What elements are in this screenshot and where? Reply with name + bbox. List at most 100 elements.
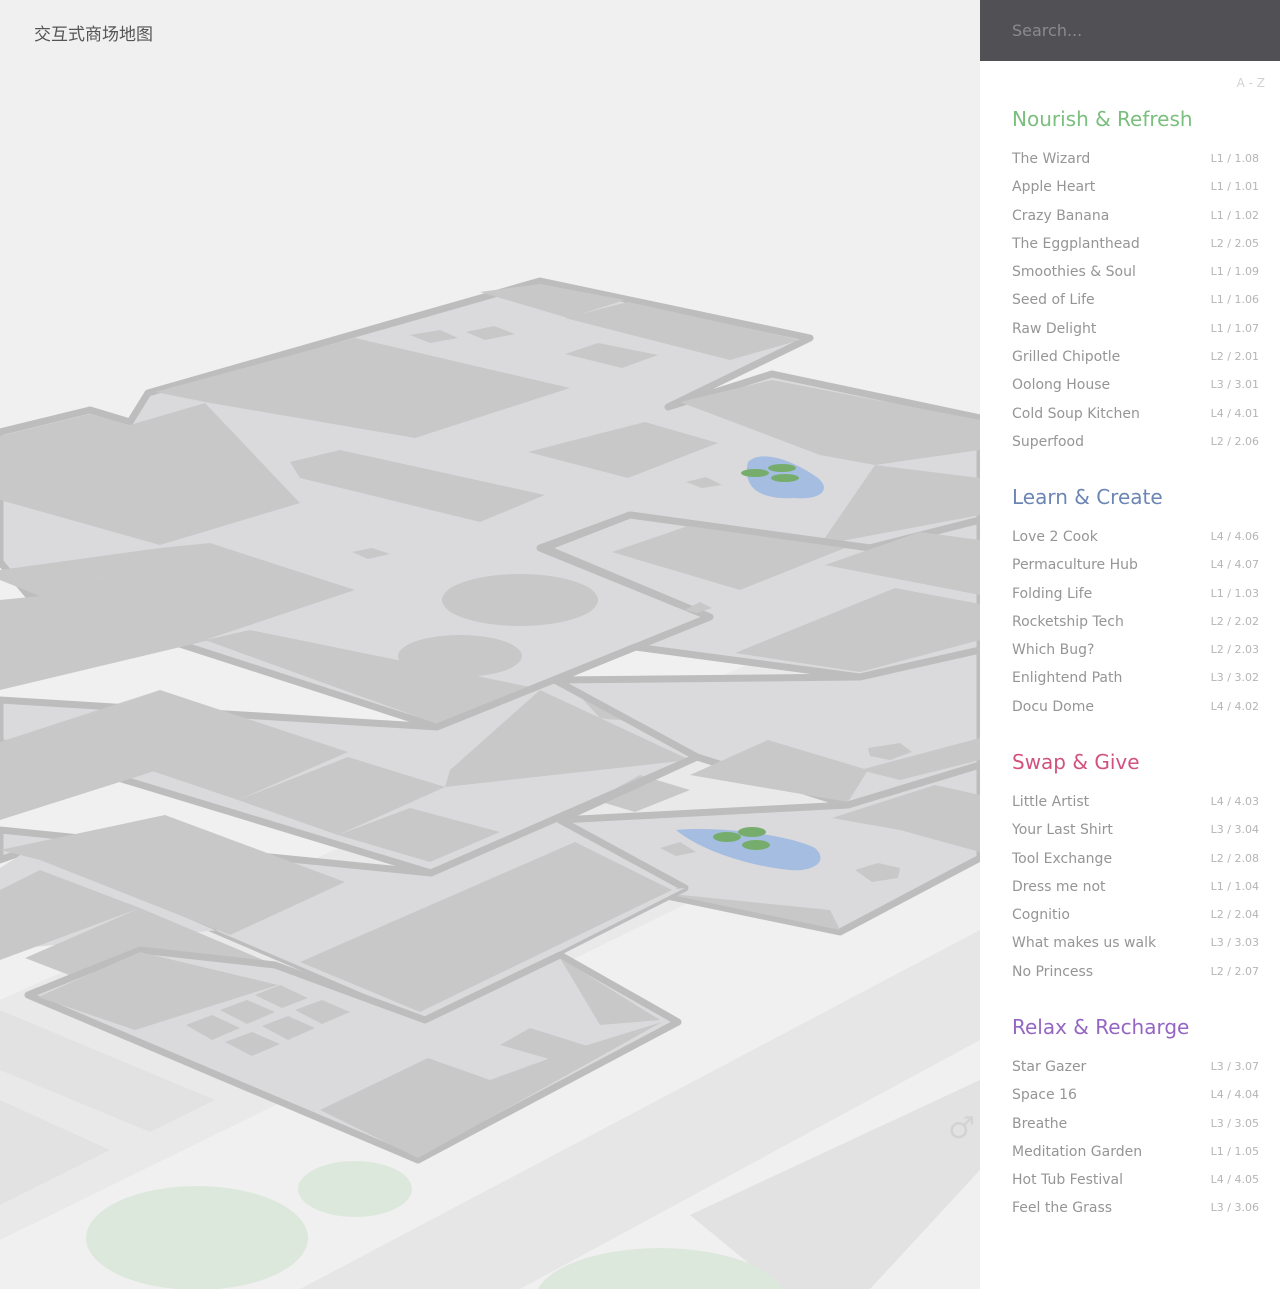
- bike-icon: ♂: [948, 1111, 975, 1146]
- park: [86, 1186, 308, 1289]
- store-location: L4 / 4.01: [1210, 406, 1259, 420]
- store-unit: [442, 574, 598, 626]
- store-list: Little Artist L4 / 4.03 Your Last Shirt L3…: [1012, 788, 1260, 986]
- store-location: L4 / 4.04: [1210, 1088, 1259, 1102]
- store-item[interactable]: The Eggplanthead L2 / 2.05: [1012, 230, 1260, 258]
- store-location: L1 / 1.03: [1210, 586, 1259, 600]
- store-name: The Wizard: [1012, 151, 1091, 167]
- lily-pad: [713, 832, 741, 842]
- store-item[interactable]: Love 2 Cook L4 / 4.06: [1012, 523, 1260, 551]
- store-item[interactable]: Crazy Banana L1 / 1.02: [1012, 202, 1260, 230]
- store-name: Feel the Grass: [1012, 1200, 1113, 1217]
- store-location: L2 / 2.01: [1210, 350, 1259, 364]
- search-input[interactable]: [1012, 18, 1252, 42]
- search-bar: [980, 0, 1280, 61]
- store-location: L1 / 1.08: [1210, 152, 1259, 165]
- mall-map[interactable]: ♂ 交互式商场地图: [0, 0, 980, 1289]
- store-location: L3 / 3.03: [1210, 936, 1259, 950]
- store-location: L1 / 1.02: [1210, 208, 1259, 222]
- store-item[interactable]: No Princess L2 / 2.07: [1012, 958, 1260, 986]
- store-name: Space 16: [1012, 1087, 1077, 1104]
- store-item[interactable]: Feel the Grass L3 / 3.06: [1012, 1194, 1260, 1222]
- store-name: Breathe: [1012, 1115, 1068, 1132]
- mall-map-canvas[interactable]: ♂: [0, 0, 980, 1289]
- store-item[interactable]: Cognitio L2 / 2.04: [1012, 901, 1260, 929]
- lily-pad: [741, 469, 769, 477]
- store-location: L2 / 2.04: [1210, 908, 1259, 922]
- category-relax-recharge: Relax & Recharge Star Gazer L3 / 3.07 Spa…: [1012, 1015, 1260, 1223]
- store-item[interactable]: Breathe L3 / 3.05: [1012, 1110, 1260, 1138]
- store-item[interactable]: Hot Tub Festival L4 / 4.05: [1012, 1166, 1260, 1194]
- store-location: L1 / 1.09: [1210, 265, 1259, 279]
- store-item[interactable]: Permaculture Hub L4 / 4.07: [1012, 551, 1260, 579]
- store-name: Crazy Banana: [1012, 207, 1110, 224]
- store-unit: [398, 635, 522, 677]
- store-item[interactable]: Apple Heart L1 / 1.01: [1012, 173, 1260, 201]
- store-item[interactable]: Superfood L2 / 2.06: [1012, 428, 1260, 456]
- store-name: Your Last Shirt: [1012, 822, 1113, 839]
- category-title[interactable]: Swap & Give: [1012, 750, 1260, 780]
- store-item[interactable]: Meditation Garden L1 / 1.05: [1012, 1138, 1260, 1166]
- store-item[interactable]: Grilled Chipotle L2 / 2.01: [1012, 343, 1260, 371]
- store-list: Love 2 Cook L4 / 4.06 Permaculture Hub L4 …: [1012, 523, 1260, 721]
- lily-pad: [768, 464, 796, 472]
- category-title[interactable]: Nourish & Refresh: [1012, 107, 1260, 137]
- store-list: Star Gazer L3 / 3.07 Space 16 L4 / 4.04 Br…: [1012, 1053, 1260, 1223]
- store-name: Star Gazer: [1012, 1059, 1087, 1075]
- store-item[interactable]: Raw Delight L1 / 1.07: [1012, 315, 1260, 343]
- store-name: Smoothies & Soul: [1012, 264, 1136, 281]
- store-location: L3 / 3.04: [1210, 823, 1259, 837]
- store-location: L1 / 1.04: [1210, 879, 1259, 893]
- store-name: Hot Tub Festival: [1012, 1172, 1123, 1189]
- store-name: What makes us walk: [1012, 935, 1157, 952]
- store-item[interactable]: Your Last Shirt L3 / 3.04: [1012, 816, 1260, 844]
- store-location: L1 / 1.07: [1210, 321, 1259, 335]
- store-item[interactable]: Seed of Life L1 / 1.06: [1012, 286, 1260, 314]
- store-item[interactable]: What makes us walk L3 / 3.03: [1012, 929, 1260, 957]
- store-location: L4 / 4.05: [1210, 1173, 1259, 1187]
- store-name: Tool Exchange: [1012, 850, 1113, 867]
- store-name: The Eggplanthead: [1012, 235, 1140, 252]
- sort-az-toggle[interactable]: A - Z: [1237, 76, 1265, 90]
- store-item[interactable]: Which Bug? L2 / 2.03: [1012, 636, 1260, 664]
- store-location: L1 / 1.01: [1210, 180, 1259, 194]
- store-list: The Wizard L1 / 1.08 Apple Heart L1 / 1.01…: [1012, 145, 1260, 456]
- store-name: Raw Delight: [1012, 320, 1097, 337]
- store-item[interactable]: The Wizard L1 / 1.08: [1012, 145, 1260, 173]
- store-location: L1 / 1.06: [1210, 293, 1259, 307]
- store-name: Permaculture Hub: [1012, 557, 1138, 574]
- store-directory-sidebar: A - Z Nourish & Refresh The Wizard L1 / 1…: [980, 0, 1280, 1289]
- store-location: L2 / 2.02: [1210, 614, 1259, 628]
- store-location: L2 / 2.06: [1210, 434, 1259, 448]
- store-location: L2 / 2.03: [1210, 643, 1259, 657]
- store-location: L2 / 2.08: [1210, 851, 1259, 865]
- store-item[interactable]: Smoothies & Soul L1 / 1.09: [1012, 258, 1260, 286]
- store-location: L3 / 3.07: [1210, 1060, 1259, 1073]
- store-location: L3 / 3.05: [1210, 1116, 1259, 1130]
- store-item[interactable]: Little Artist L4 / 4.03: [1012, 788, 1260, 816]
- store-item[interactable]: Enlightend Path L3 / 3.02: [1012, 664, 1260, 692]
- store-item[interactable]: Docu Dome L4 / 4.02: [1012, 693, 1260, 721]
- store-name: Cold Soup Kitchen: [1012, 405, 1140, 422]
- category-nourish-refresh: Nourish & Refresh The Wizard L1 / 1.08 Ap…: [1012, 107, 1260, 456]
- store-item[interactable]: Dress me not L1 / 1.04: [1012, 873, 1260, 901]
- store-location: L3 / 3.01: [1210, 378, 1259, 392]
- store-item[interactable]: Star Gazer L3 / 3.07: [1012, 1053, 1260, 1081]
- category-swap-give: Swap & Give Little Artist L4 / 4.03 Your …: [1012, 750, 1260, 986]
- store-item[interactable]: Folding Life L1 / 1.03: [1012, 580, 1260, 608]
- category-title[interactable]: Relax & Recharge: [1012, 1015, 1260, 1045]
- park: [298, 1161, 412, 1217]
- store-name: No Princess: [1012, 963, 1094, 980]
- store-item[interactable]: Cold Soup Kitchen L4 / 4.01: [1012, 400, 1260, 428]
- category-title[interactable]: Learn & Create: [1012, 485, 1260, 515]
- store-name: Enlightend Path: [1012, 670, 1123, 687]
- store-name: Little Artist: [1012, 794, 1090, 810]
- lily-pad: [771, 474, 799, 482]
- store-item[interactable]: Rocketship Tech L2 / 2.02: [1012, 608, 1260, 636]
- store-item[interactable]: Tool Exchange L2 / 2.08: [1012, 845, 1260, 873]
- store-item[interactable]: Space 16 L4 / 4.04: [1012, 1081, 1260, 1109]
- store-item[interactable]: Oolong House L3 / 3.01: [1012, 371, 1260, 399]
- store-name: Grilled Chipotle: [1012, 349, 1121, 366]
- store-name: Apple Heart: [1012, 179, 1096, 196]
- store-name: Docu Dome: [1012, 698, 1094, 715]
